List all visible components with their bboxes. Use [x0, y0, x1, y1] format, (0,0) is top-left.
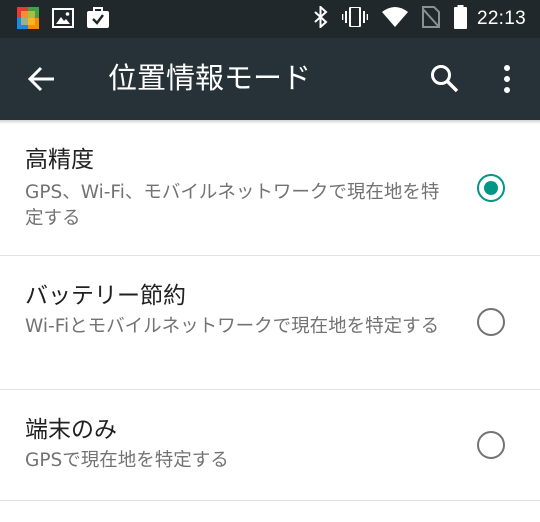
option-title: 高精度	[25, 147, 94, 173]
option-title: バッテリー節約	[25, 283, 186, 309]
radio-button[interactable]	[477, 431, 505, 459]
no-sim-icon	[421, 6, 441, 32]
arrow-back-icon[interactable]	[27, 64, 57, 94]
option-battery-saving[interactable]: バッテリー節約 Wi-Fiとモバイルネットワークで現在地を特定する	[0, 256, 540, 390]
system-icons: 22:13	[300, 0, 526, 38]
option-summary: GPS、Wi-Fi、モバイルネットワークで現在地を特定する	[25, 182, 440, 229]
option-title: 端末のみ	[25, 417, 117, 443]
radio-button[interactable]	[477, 308, 505, 336]
page-title: 位置情報モード	[108, 61, 312, 95]
option-summary: Wi-Fiとモバイルネットワークで現在地を特定する	[25, 316, 440, 337]
bluetooth-icon	[314, 4, 328, 32]
vibrate-icon	[341, 6, 369, 31]
briefcase-check-icon	[87, 7, 109, 33]
search-icon[interactable]	[429, 63, 461, 95]
radio-button-selected[interactable]	[477, 174, 505, 202]
battery-icon	[453, 5, 467, 33]
status-bar: 22:13	[0, 0, 540, 38]
status-time: 22:13	[476, 8, 526, 29]
notification-icons	[17, 7, 122, 33]
app-bar: 位置情報モード	[0, 38, 540, 120]
option-high-accuracy[interactable]: 高精度 GPS、Wi-Fi、モバイルネットワークで現在地を特定する	[0, 124, 540, 256]
app-icon	[17, 7, 39, 33]
option-summary: GPSで現在地を特定する	[25, 450, 229, 471]
more-vert-icon[interactable]	[496, 63, 518, 95]
option-device-only[interactable]: 端末のみ GPSで現在地を特定する	[0, 390, 540, 501]
wifi-icon	[381, 7, 408, 31]
image-icon	[52, 8, 74, 32]
